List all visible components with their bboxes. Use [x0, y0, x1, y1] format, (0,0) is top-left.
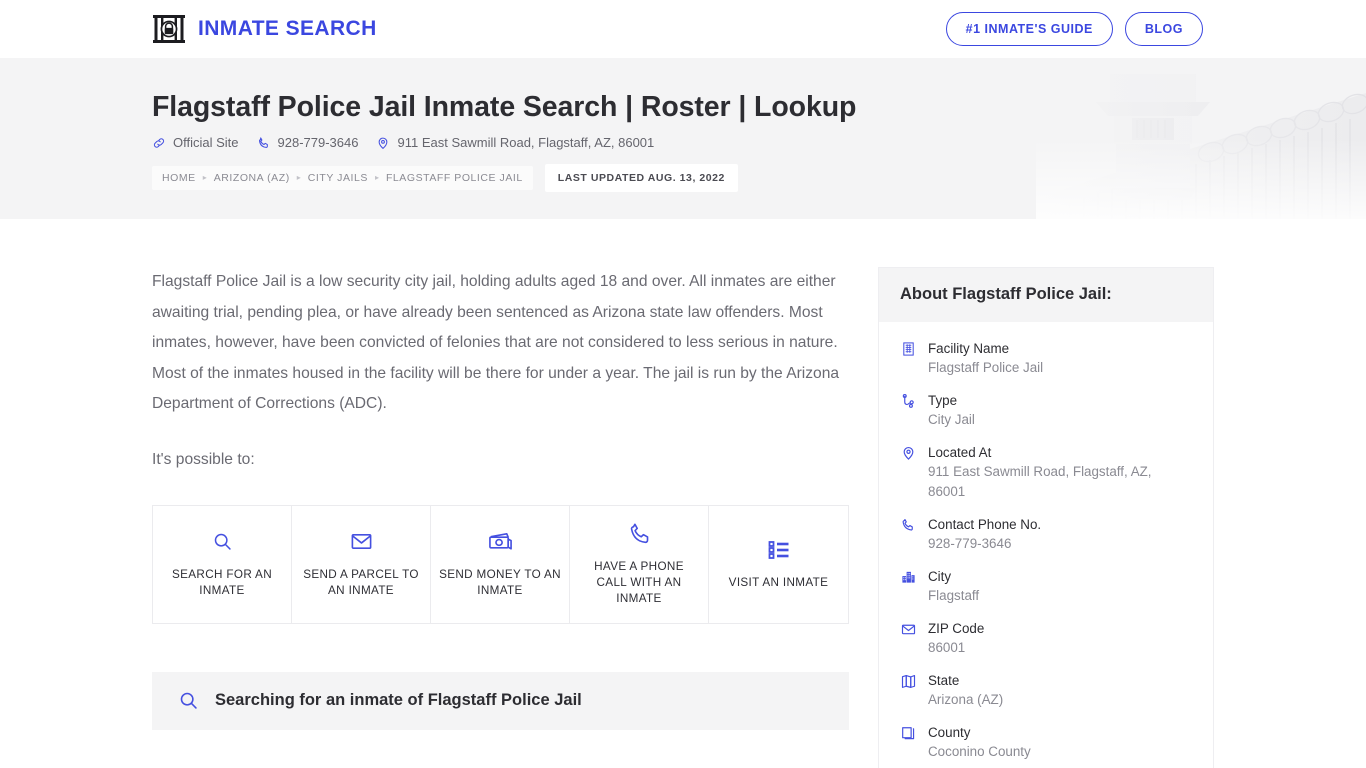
info-value: 911 East Sawmill Road, Flagstaff, AZ, 86…	[928, 464, 1152, 499]
info-row-city: City Flagstaff	[900, 567, 1192, 606]
inmates-guide-button[interactable]: #1 INMATE'S GUIDE	[945, 12, 1113, 46]
phone-link[interactable]: 928-779-3646	[257, 135, 359, 151]
brand-name: INMATE SEARCH	[198, 17, 377, 40]
action-label: SEND A PARCEL TO AN INMATE	[303, 567, 419, 597]
magnifier-icon	[178, 690, 199, 711]
top-navigation-bar: INMATE SEARCH #1 INMATE'S GUIDE BLOG	[0, 0, 1366, 58]
jail-padlock-icon	[152, 13, 186, 45]
envelope-icon	[350, 530, 373, 554]
action-label: SEND MONEY TO AN INMATE	[439, 567, 561, 597]
phone-number: 928-779-3646	[277, 135, 359, 151]
action-label: HAVE A PHONE CALL WITH AN INMATE	[594, 559, 684, 605]
breadcrumb-item-home[interactable]: HOME	[162, 172, 196, 184]
breadcrumb: HOME ▸ ARIZONA (AZ) ▸ CITY JAILS ▸ FLAGS…	[152, 164, 1366, 193]
map-icon	[900, 671, 917, 710]
main-column: Flagstaff Police Jail is a low security …	[152, 219, 850, 730]
info-row-state: State Arizona (AZ)	[900, 671, 1192, 710]
breadcrumb-separator-icon: ▸	[374, 173, 379, 183]
action-card-grid: SEARCH FOR AN INMATE SEND A PARCEL TO AN…	[152, 504, 849, 624]
phone-icon	[900, 515, 917, 554]
action-label: VISIT AN INMATE	[728, 575, 829, 589]
info-label: ZIP Code	[928, 621, 985, 636]
info-label: Contact Phone No.	[928, 517, 1042, 532]
search-banner-title: Searching for an inmate of Flagstaff Pol…	[215, 691, 582, 710]
magnifier-icon	[212, 530, 233, 554]
address-item: 911 East Sawmill Road, Flagstaff, AZ, 86…	[376, 135, 654, 150]
action-visit-an-inmate[interactable]: VISIT AN INMATE	[709, 505, 848, 623]
list-icon	[768, 538, 790, 562]
info-value: Flagstaff Police Jail	[928, 360, 1044, 375]
info-label: Located At	[928, 445, 992, 460]
map-pin-icon	[900, 443, 917, 502]
hero-meta-row: Official Site 928-779-3646 911 East Sawm…	[152, 135, 1366, 150]
info-row-county: County Coconino County	[900, 723, 1192, 762]
phone-icon	[257, 136, 271, 150]
building-icon	[900, 339, 917, 378]
inmate-search-banner[interactable]: Searching for an inmate of Flagstaff Pol…	[152, 671, 849, 730]
link-icon	[152, 136, 166, 150]
info-label: City	[928, 569, 952, 584]
official-site-label: Official Site	[173, 135, 239, 151]
info-value: 928-779-3646	[928, 536, 1012, 551]
info-value: Flagstaff	[928, 588, 980, 603]
info-value: Coconino County	[928, 744, 1031, 759]
sidebar-column: About Flagstaff Police Jail: Facility Na…	[878, 219, 1214, 768]
info-label: State	[928, 673, 960, 688]
breadcrumb-separator-icon: ▸	[296, 173, 301, 183]
content-wrapper: Flagstaff Police Jail is a low security …	[0, 219, 1366, 768]
info-label: Facility Name	[928, 341, 1010, 356]
intro-paragraph: Flagstaff Police Jail is a low security …	[152, 273, 840, 413]
blog-button[interactable]: BLOG	[1124, 12, 1203, 46]
action-label: SEARCH FOR AN INMATE	[171, 567, 272, 597]
info-row-zip-code: ZIP Code 86001	[900, 619, 1192, 658]
about-facility-card: About Flagstaff Police Jail: Facility Na…	[878, 267, 1214, 768]
envelope-icon	[900, 619, 917, 658]
last-updated-badge: LAST UPDATED AUG. 13, 2022	[544, 164, 738, 193]
info-value: City Jail	[928, 412, 975, 427]
banknote-icon	[488, 530, 513, 554]
info-row-contact-phone: Contact Phone No. 928-779-3646	[900, 515, 1192, 554]
action-search-for-an-inmate[interactable]: SEARCH FOR AN INMATE	[153, 505, 292, 623]
info-value: 86001	[928, 640, 966, 655]
info-row-facility-name: Facility Name Flagstaff Police Jail	[900, 339, 1192, 378]
action-send-money[interactable]: SEND MONEY TO AN INMATE	[431, 505, 570, 623]
info-label: Type	[928, 393, 958, 408]
breadcrumb-item-city-jails[interactable]: CITY JAILS	[308, 172, 368, 184]
breadcrumb-list: HOME ▸ ARIZONA (AZ) ▸ CITY JAILS ▸ FLAGS…	[152, 166, 533, 191]
city-icon	[900, 567, 917, 606]
info-row-located-at: Located At 911 East Sawmill Road, Flagst…	[900, 443, 1192, 502]
copy-icon	[900, 723, 917, 762]
map-pin-icon	[376, 136, 390, 150]
action-send-a-parcel[interactable]: SEND A PARCEL TO AN INMATE	[292, 505, 431, 623]
breadcrumb-item-current[interactable]: FLAGSTAFF POLICE JAIL	[386, 172, 523, 184]
address-text: 911 East Sawmill Road, Flagstaff, AZ, 86…	[397, 135, 655, 151]
about-card-body: Facility Name Flagstaff Police Jail Type…	[879, 322, 1213, 768]
official-site-link[interactable]: Official Site	[152, 135, 239, 150]
info-value: Arizona (AZ)	[928, 692, 1004, 707]
breadcrumb-separator-icon: ▸	[202, 173, 207, 183]
info-row-type: Type City Jail	[900, 391, 1192, 430]
share-icon	[900, 391, 917, 430]
nav-actions: #1 INMATE'S GUIDE BLOG	[945, 12, 1203, 46]
possible-to-paragraph: It's possible to:	[152, 450, 255, 468]
phone-handset-icon	[629, 522, 650, 546]
action-phone-call[interactable]: HAVE A PHONE CALL WITH AN INMATE	[570, 505, 709, 623]
hero-section: Flagstaff Police Jail Inmate Search | Ro…	[0, 58, 1366, 219]
about-card-heading: About Flagstaff Police Jail:	[879, 268, 1213, 322]
brand-logo-link[interactable]: INMATE SEARCH	[152, 13, 377, 45]
info-label: County	[928, 725, 971, 740]
breadcrumb-item-arizona[interactable]: ARIZONA (AZ)	[214, 172, 290, 184]
page-title: Flagstaff Police Jail Inmate Search | Ro…	[152, 91, 857, 123]
